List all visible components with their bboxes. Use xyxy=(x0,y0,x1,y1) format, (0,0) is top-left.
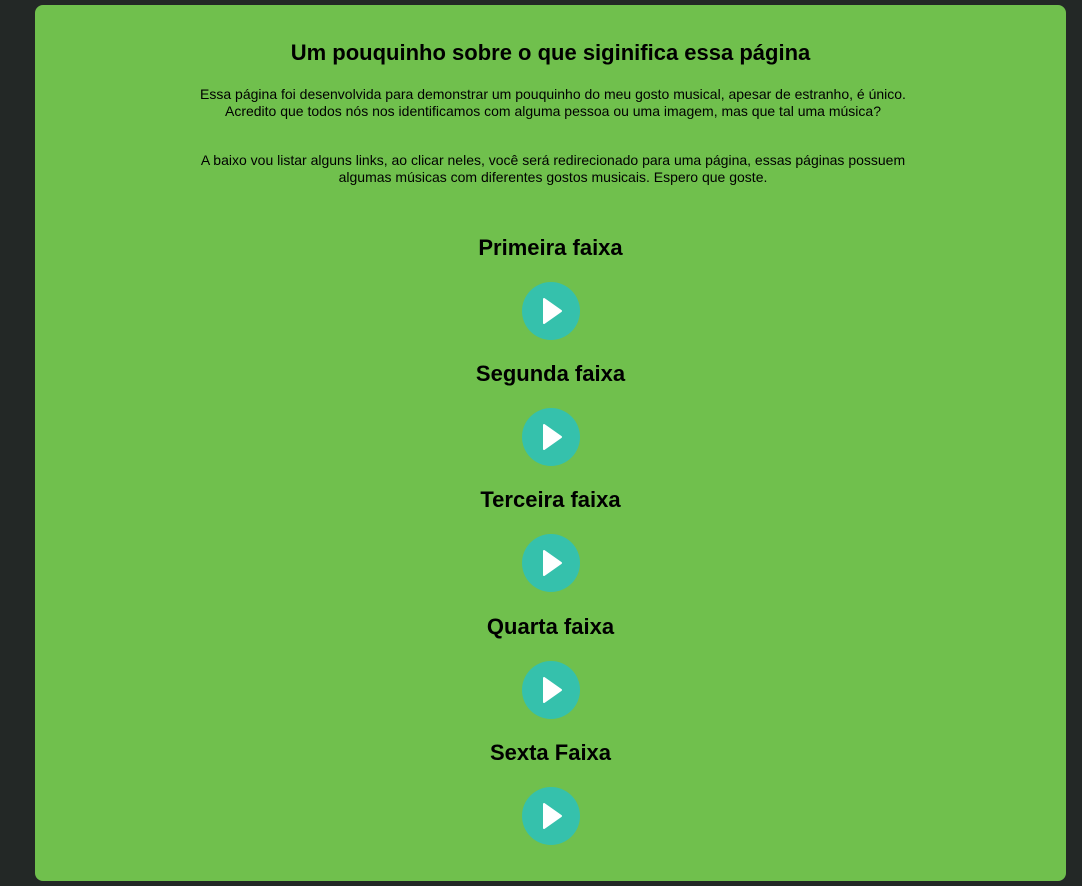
play-button-1[interactable] xyxy=(522,282,580,340)
page-title: Um pouquinho sobre o que siginifica essa… xyxy=(290,40,811,65)
track-title-2: Segunda faixa xyxy=(475,361,626,386)
play-button-5[interactable] xyxy=(522,787,580,845)
play-icon xyxy=(543,677,562,703)
content-panel: Um pouquinho sobre o que siginifica essa… xyxy=(35,5,1066,881)
play-icon xyxy=(543,803,562,829)
play-icon xyxy=(543,424,562,450)
intro-paragraph-2: A baixo vou listar alguns links, ao clic… xyxy=(200,152,906,185)
play-button-4[interactable] xyxy=(522,661,580,719)
play-icon xyxy=(543,298,562,324)
track-title-4: Quarta faixa xyxy=(486,614,615,639)
play-button-3[interactable] xyxy=(522,534,580,592)
track-title-5: Sexta Faixa xyxy=(489,740,612,765)
track-title-1: Primeira faixa xyxy=(478,235,623,260)
play-button-2[interactable] xyxy=(522,408,580,466)
track-title-3: Terceira faixa xyxy=(480,487,621,512)
play-icon xyxy=(543,550,562,576)
intro-paragraph-1: Essa página foi desenvolvida para demons… xyxy=(200,86,906,119)
